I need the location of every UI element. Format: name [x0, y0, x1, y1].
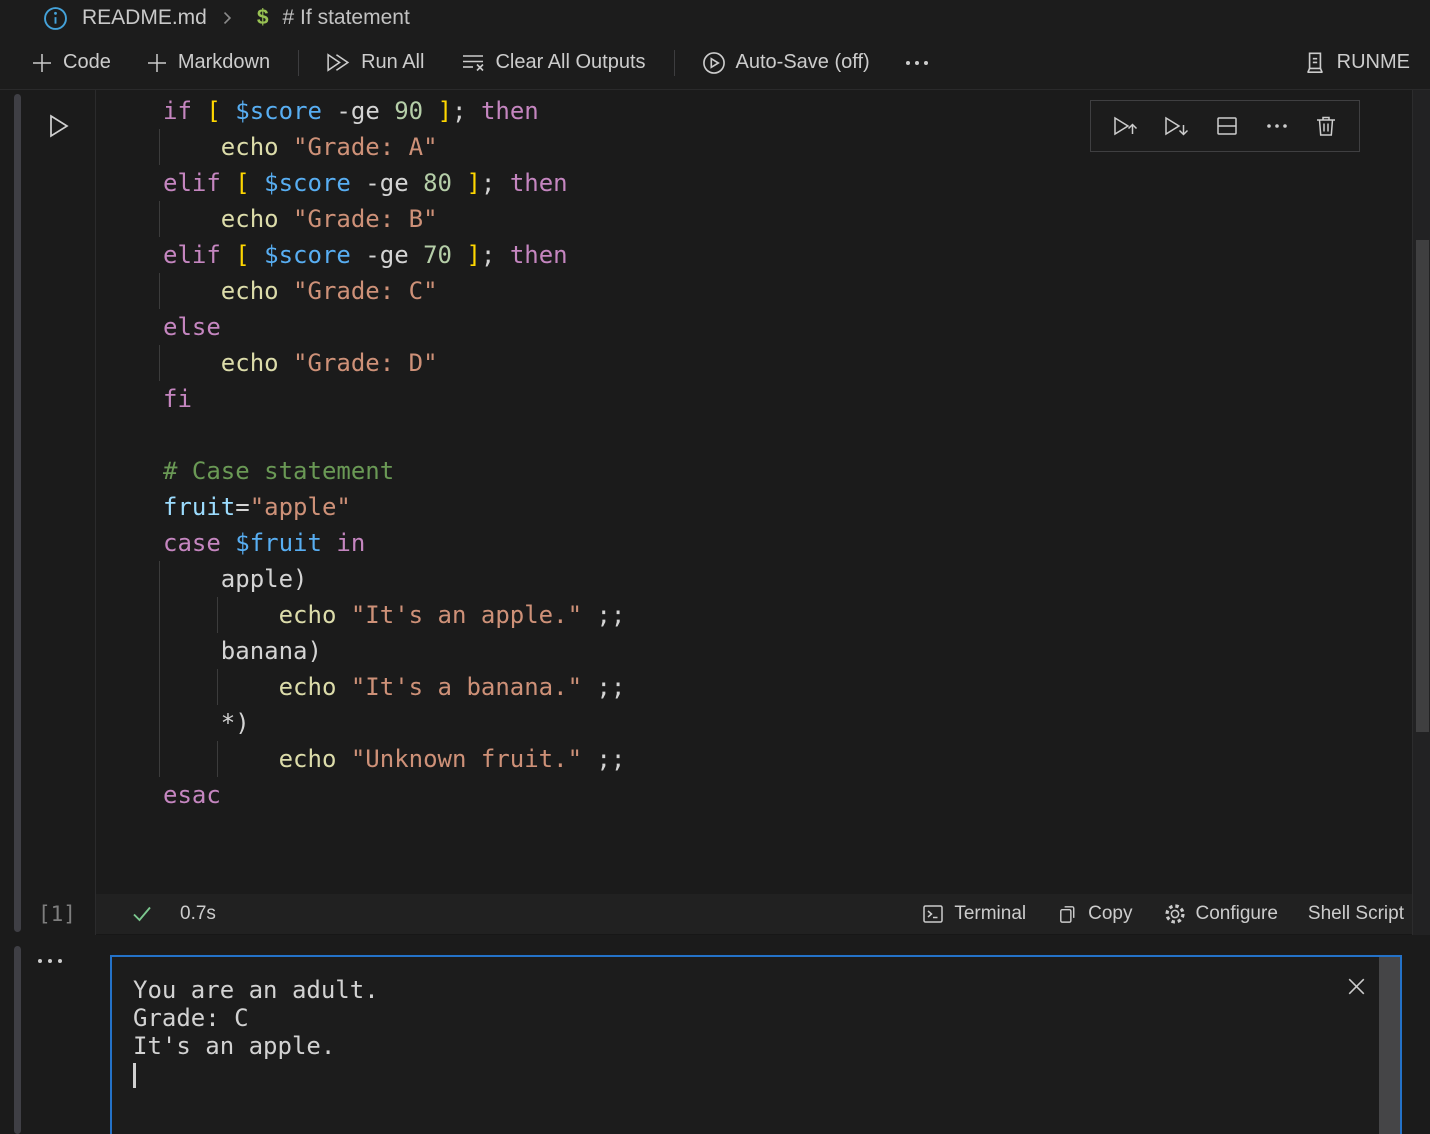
code-line: echo "It's an apple." ;; — [163, 597, 625, 633]
code-line: fruit="apple" — [163, 489, 625, 525]
delete-cell-icon[interactable] — [1313, 113, 1339, 139]
toolbar-divider — [674, 50, 675, 76]
cell-statusbar: 0.7s Terminal — [96, 894, 1430, 935]
split-cell-icon[interactable] — [1214, 113, 1240, 139]
code-line: banana) — [163, 633, 625, 669]
breadcrumb: README.md $ # If statement — [0, 0, 1430, 36]
run-all-button[interactable]: Run All — [325, 50, 424, 75]
output-scrollbar[interactable] — [1379, 957, 1400, 1134]
code-line: echo "Grade: B" — [163, 201, 625, 237]
cell-focus-indicator[interactable] — [14, 946, 21, 1134]
copy-label: Copy — [1088, 903, 1132, 925]
copy-button[interactable]: Copy — [1056, 902, 1132, 926]
code-line: apple) — [163, 561, 625, 597]
auto-save-icon — [701, 50, 727, 76]
notebook-window: README.md $ # If statement Code Markdown — [0, 0, 1430, 1134]
execute-below-icon[interactable] — [1162, 113, 1190, 139]
code-line: elif [ $score -ge 80 ]; then — [163, 165, 625, 201]
language-label: Shell Script — [1308, 903, 1404, 925]
clear-all-outputs-label: Clear All Outputs — [495, 51, 645, 74]
plus-icon — [30, 51, 54, 75]
close-output-icon[interactable] — [1344, 974, 1369, 999]
code-line: # Case statement — [163, 453, 625, 489]
clear-outputs-icon — [460, 51, 486, 75]
terminal-output-text: You are an adult.Grade: CIt's an apple. — [133, 976, 379, 1088]
clear-all-outputs-button[interactable]: Clear All Outputs — [460, 51, 645, 75]
cell-focus-indicator[interactable] — [14, 94, 21, 932]
configure-label: Configure — [1196, 903, 1278, 925]
code-lines: if [ $score -ge 90 ]; then echo "Grade: … — [163, 93, 625, 813]
code-line: echo "It's a banana." ;; — [163, 669, 625, 705]
execution-duration: 0.7s — [180, 903, 216, 925]
terminal-button[interactable]: Terminal — [921, 902, 1026, 926]
auto-save-button[interactable]: Auto-Save (off) — [701, 50, 870, 76]
chevron-right-icon — [217, 8, 237, 28]
notebook-cell: if [ $score -ge 90 ]; then echo "Grade: … — [0, 90, 1430, 1134]
code-line: echo "Grade: C" — [163, 273, 625, 309]
code-line: echo "Unknown fruit." ;; — [163, 741, 625, 777]
runme-logo-icon — [1302, 50, 1328, 76]
code-line: echo "Grade: A" — [163, 129, 625, 165]
auto-save-label: Auto-Save (off) — [736, 51, 870, 74]
copy-icon — [1056, 902, 1079, 926]
cell-toolbar — [1090, 100, 1360, 152]
code-line: if [ $score -ge 90 ]; then — [163, 93, 625, 129]
plus-icon — [145, 51, 169, 75]
run-all-label: Run All — [361, 51, 424, 74]
configure-button[interactable]: Configure — [1163, 902, 1278, 926]
toolbar-divider — [298, 50, 299, 76]
cell-output-terminal[interactable]: You are an adult.Grade: CIt's an apple. — [110, 955, 1402, 1134]
terminal-label: Terminal — [954, 903, 1026, 925]
shell-cell-icon: $ — [257, 6, 269, 30]
toolbar-more-button[interactable] — [902, 51, 932, 75]
info-icon[interactable] — [42, 5, 69, 32]
code-line: case $fruit in — [163, 525, 625, 561]
notebook-toolbar: Code Markdown Run All Clear — [0, 36, 1430, 90]
run-all-icon — [325, 50, 352, 75]
gear-icon — [1163, 902, 1187, 926]
add-code-label: Code — [63, 51, 111, 74]
add-code-button[interactable]: Code — [30, 51, 111, 75]
add-markdown-label: Markdown — [178, 51, 270, 74]
code-line: esac — [163, 777, 625, 813]
success-check-icon — [128, 902, 156, 926]
breadcrumb-file[interactable]: README.md — [82, 6, 207, 30]
code-editor[interactable]: if [ $score -ge 90 ]; then echo "Grade: … — [96, 90, 1412, 895]
execution-count: [1] — [38, 902, 76, 926]
window-scrollbar-thumb[interactable] — [1416, 240, 1429, 732]
add-markdown-button[interactable]: Markdown — [145, 51, 270, 75]
language-selector[interactable]: Shell Script — [1308, 903, 1404, 925]
code-line — [163, 417, 625, 453]
code-line: elif [ $score -ge 70 ]; then — [163, 237, 625, 273]
output-more-button[interactable] — [34, 952, 68, 970]
breadcrumb-cell-title[interactable]: # If statement — [283, 6, 410, 30]
runme-brand[interactable]: RUNME — [1302, 50, 1410, 76]
code-line: echo "Grade: D" — [163, 345, 625, 381]
terminal-icon — [921, 902, 945, 926]
more-actions-icon[interactable] — [1264, 113, 1290, 139]
runme-label: RUNME — [1337, 51, 1410, 74]
terminal-cursor — [133, 1063, 136, 1088]
run-cell-button[interactable] — [42, 110, 74, 142]
code-line: *) — [163, 705, 625, 741]
code-line: else — [163, 309, 625, 345]
code-line: fi — [163, 381, 625, 417]
execute-above-icon[interactable] — [1111, 113, 1139, 139]
